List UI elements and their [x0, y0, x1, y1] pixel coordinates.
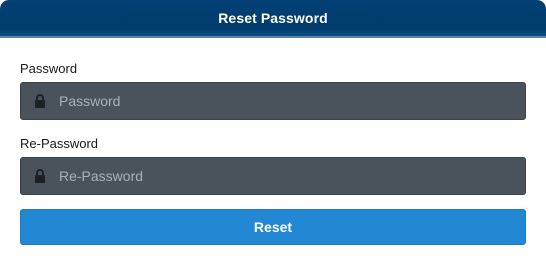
repassword-label: Re-Password: [20, 136, 99, 151]
password-label: Password: [20, 61, 78, 76]
repassword-field[interactable]: [20, 157, 526, 195]
lock-icon: [21, 83, 59, 119]
dialog-header: Reset Password: [0, 0, 546, 38]
dialog-title: Reset Password: [218, 10, 328, 26]
lock-icon: [21, 158, 59, 194]
password-field[interactable]: [20, 82, 526, 120]
password-input[interactable]: [59, 83, 525, 119]
repassword-input[interactable]: [59, 158, 525, 194]
reset-button[interactable]: Reset: [20, 209, 526, 245]
reset-password-dialog: Reset Password Password Re-Password Rese…: [0, 0, 546, 265]
